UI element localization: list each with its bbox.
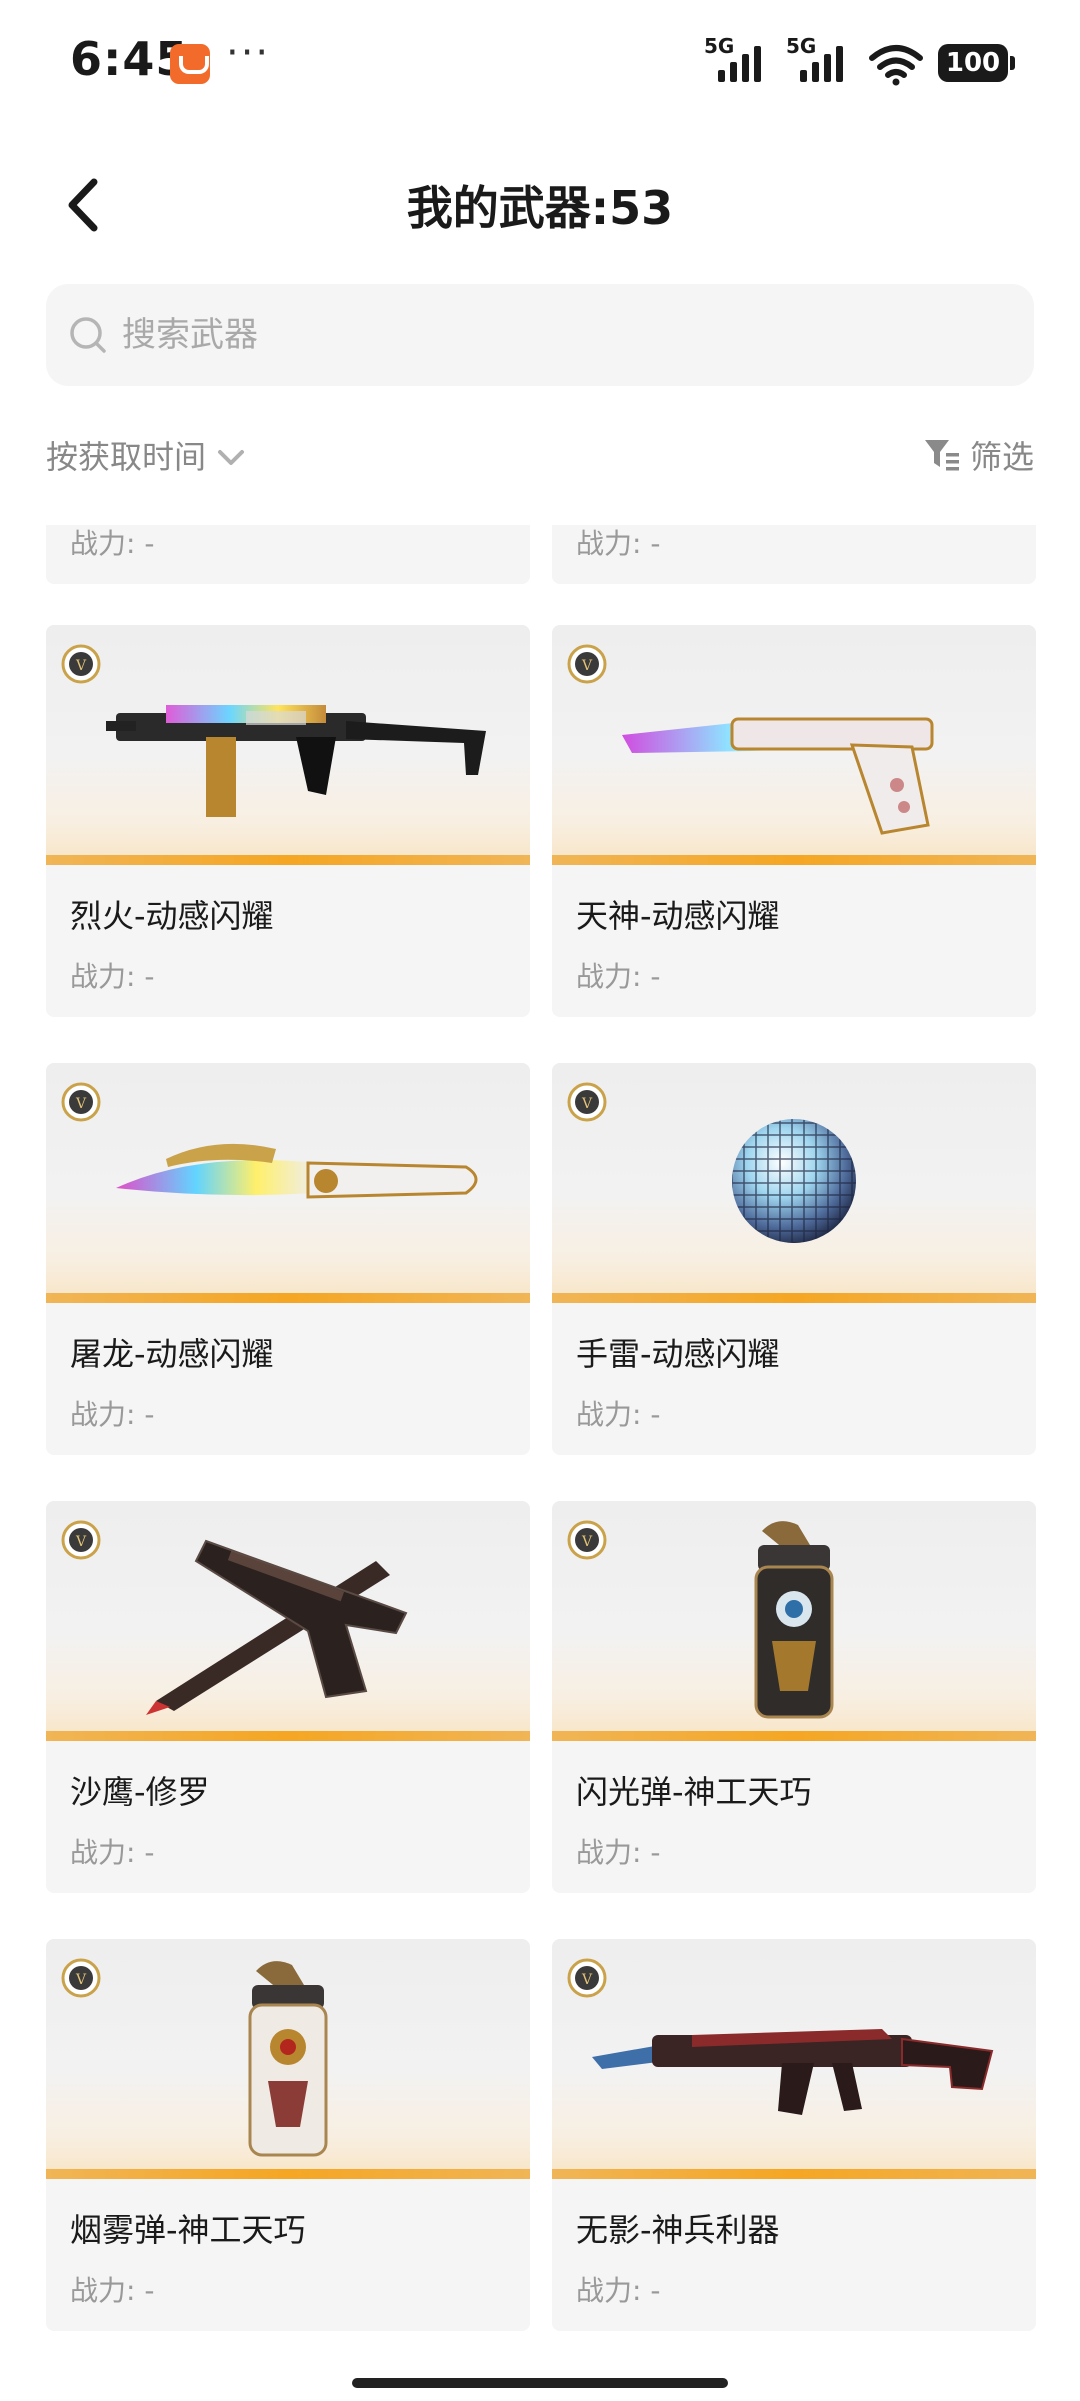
status-bar: 6:45 ··· 5G 5G 100 [0,0,1080,130]
weapon-power: 战力: - [576,1398,661,1431]
svg-text:V: V [581,1534,593,1550]
weapon-image: V [46,1501,530,1741]
weapon-card[interactable]: V 无影-神兵利器 战力: - [552,1939,1036,2331]
weapon-name: 沙鹰-修罗 [70,1773,210,1811]
svg-text:V: V [581,1096,593,1112]
home-indicator[interactable] [352,2378,728,2388]
smoke-grenade-icon [248,1961,328,2157]
vip-badge-icon: V [61,1958,101,1998]
sort-dropdown[interactable]: 按获取时间 [46,432,248,478]
weapon-image: V [552,1063,1036,1303]
weapon-name: 天神-动感闪耀 [576,897,780,935]
weapon-name: 闪光弹-神工天巧 [576,1773,812,1811]
svg-text:V: V [581,1972,593,1988]
vip-badge-icon: V [567,1958,607,1998]
svg-text:V: V [75,1096,87,1112]
weapon-power: 战力: - [576,527,661,560]
weapon-power: 战力: - [70,1836,155,1869]
vip-badge-icon: V [61,644,101,684]
svg-text:V: V [75,658,87,674]
weapon-image: V [46,1939,530,2179]
weapon-power: 战力: - [70,2274,155,2307]
weapon-name: 屠龙-动感闪耀 [70,1335,274,1373]
battery-indicator: 100 [938,44,1015,82]
smg-icon [106,705,486,817]
weapon-card[interactable]: V 天神-动感闪耀 战力: - [552,625,1036,1017]
page-title: 我的武器:53 [406,181,674,235]
svg-text:V: V [581,658,593,674]
vip-badge-icon: V [61,1520,101,1560]
vip-badge-icon: V [567,644,607,684]
weapon-name: 烈火-动感闪耀 [70,897,274,935]
search-input[interactable] [122,315,1034,355]
weapon-card[interactable]: V 手雷-动感闪耀 战力: - [552,1063,1036,1455]
weapon-name: 手雷-动感闪耀 [576,1335,780,1373]
weapon-image: V [552,625,1036,865]
filter-icon [924,440,959,471]
search-bar[interactable] [46,284,1034,386]
more-notifications-icon: ··· [226,30,271,76]
svg-text:V: V [75,1972,87,1988]
filter-button[interactable]: 筛选 [922,432,1034,478]
weapon-power: 战力: - [576,960,661,993]
weapon-power: 战力: - [70,527,155,560]
weapon-card[interactable]: V 闪光弹-神工天巧 战力: - [552,1501,1036,1893]
weapon-name: 无影-神兵利器 [576,2211,780,2249]
weapon-image: V [46,1063,530,1303]
app-notification-icon [170,44,210,84]
vip-badge-icon: V [567,1082,607,1122]
vip-badge-icon: V [567,1520,607,1560]
weapon-card[interactable]: V 烟雾弹-神工天巧 战力: - [46,1939,530,2331]
weapon-image: V [552,1939,1036,2179]
weapon-image: V [552,1501,1036,1741]
weapon-power: 战力: - [576,1836,661,1869]
sort-label: 按获取时间 [46,438,207,476]
filter-label: 筛选 [969,438,1034,476]
disco-grenade-icon [732,1119,856,1243]
weapon-power: 战力: - [70,960,155,993]
weapon-card[interactable]: V 沙鹰-修罗 战力: - [46,1501,530,1893]
weapon-power: 战力: - [576,2274,661,2307]
weapon-name: 烟雾弹-神工天巧 [70,2211,306,2249]
weapon-power: 战力: - [70,1398,155,1431]
flashbang-icon [754,1521,834,1719]
weapon-card[interactable]: V 烈火-动感闪耀 战力: - [46,625,530,1017]
chevron-down-icon [218,450,245,465]
svg-text:V: V [75,1534,87,1550]
weapon-grid: 战力: - 战力: - V 烈火-动感闪耀 战力: - V 天神-动感闪耀 战力… [0,525,1080,2375]
pistol-icon [622,717,934,835]
weapon-card[interactable]: 战力: - [46,525,530,584]
weapon-image: V [46,625,530,865]
vip-badge-icon: V [61,1082,101,1122]
weapon-card[interactable]: 战力: - [552,525,1036,584]
knife-icon [116,1143,478,1199]
search-icon [70,317,106,353]
cellular-signal-icon: 5G [786,34,854,86]
pistol-knife-icon [146,1539,408,1715]
cellular-signal-icon: 5G [704,34,772,86]
wifi-icon [869,45,923,86]
weapon-card[interactable]: V 屠龙-动感闪耀 战力: - [46,1063,530,1455]
rifle-icon [592,2029,994,2115]
